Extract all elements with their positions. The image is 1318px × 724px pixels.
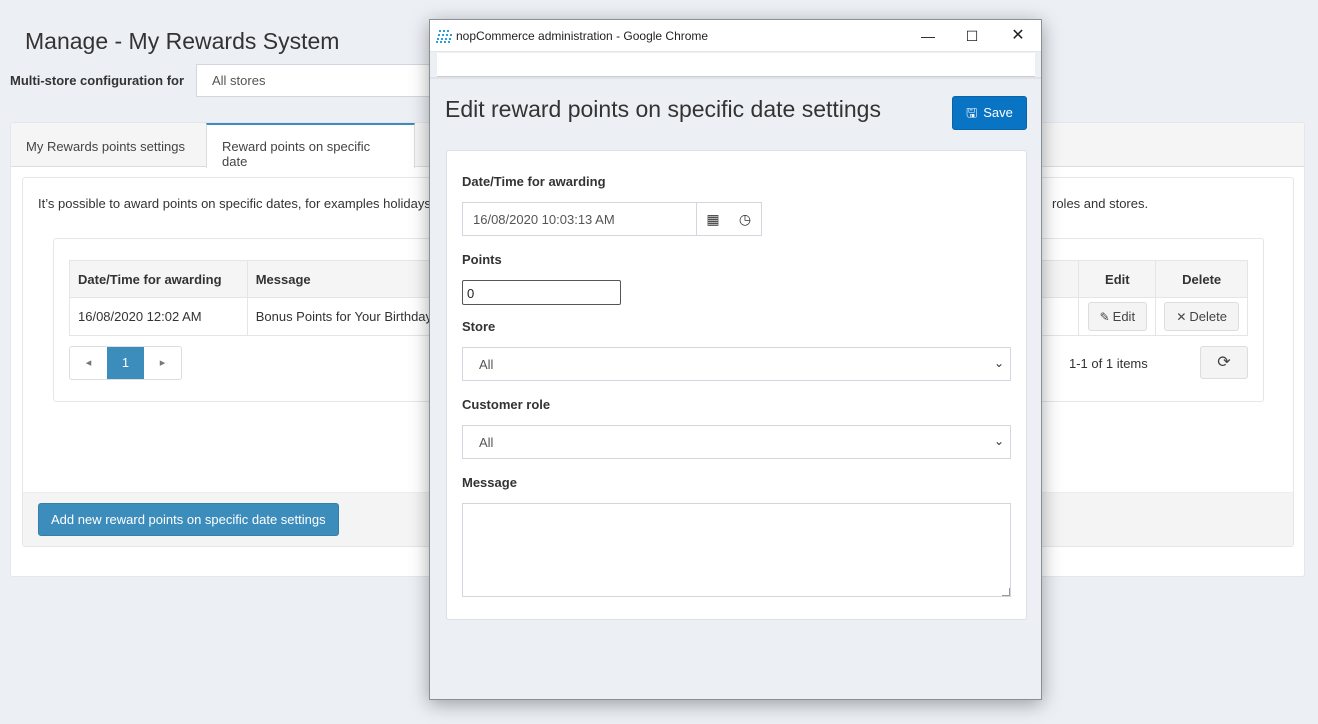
store-select-value: All: [479, 357, 494, 372]
maximize-button[interactable]: ☐: [949, 20, 995, 52]
close-button[interactable]: ✕: [995, 20, 1041, 52]
col-delete: Delete: [1155, 260, 1248, 298]
datetime-input[interactable]: 16/08/2020 10:03:13 AM: [463, 203, 697, 235]
store-label: Store: [462, 319, 496, 334]
tab-rewards-settings[interactable]: My Rewards points settings: [11, 123, 206, 167]
nopcommerce-logo-icon: [436, 30, 452, 43]
clock-icon: ◷: [738, 211, 752, 227]
clock-button[interactable]: ◷: [729, 203, 761, 235]
pager-next[interactable]: ▸: [144, 347, 181, 379]
store-select[interactable]: All ⌄: [462, 347, 1011, 381]
message-textarea[interactable]: [462, 503, 1011, 597]
chevron-down-icon: ⌄: [993, 434, 1004, 448]
pencil-icon: ✎: [1099, 310, 1110, 324]
customer-role-select[interactable]: All ⌄: [462, 425, 1011, 459]
window-divider: [430, 77, 1041, 79]
minimize-button[interactable]: —: [905, 20, 951, 52]
pager-page-1[interactable]: 1: [107, 347, 144, 379]
customer-role-value: All: [479, 435, 494, 450]
description-text-end: roles and stores.: [1052, 196, 1149, 211]
edit-form: Date/Time for awarding 16/08/2020 10:03:…: [446, 150, 1027, 620]
datetime-picker: 16/08/2020 10:03:13 AM ▦ ◷: [462, 202, 762, 236]
window-title: nopCommerce administration - Google Chro…: [456, 29, 709, 43]
refresh-button[interactable]: ⟳: [1200, 346, 1248, 379]
close-icon: ✕: [1011, 27, 1025, 44]
refresh-icon: ⟳: [1217, 354, 1231, 371]
col-edit: Edit: [1078, 260, 1157, 298]
customer-role-label: Customer role: [462, 397, 551, 412]
chevron-down-icon: ⌄: [993, 356, 1004, 370]
pager-info: 1-1 of 1 items: [1069, 356, 1148, 371]
pager-prev[interactable]: ◂: [70, 347, 107, 379]
popup-heading: Edit reward points on specific date sett…: [445, 96, 881, 122]
tab-specific-date[interactable]: Reward points on specific date: [206, 123, 415, 169]
delete-button[interactable]: ✕ Delete: [1164, 302, 1239, 331]
points-label: Points: [462, 252, 502, 267]
floppy-disk-icon: 🖫: [966, 105, 978, 120]
datetime-label: Date/Time for awarding: [462, 174, 606, 189]
message-label: Message: [462, 475, 517, 490]
maximize-icon: ☐: [965, 28, 979, 44]
multistore-label: Multi-store configuration for: [10, 73, 185, 88]
page-title: Manage - My Rewards System: [25, 28, 340, 54]
add-new-button[interactable]: Add new reward points on specific date s…: [38, 503, 339, 536]
multistore-select[interactable]: All stores: [196, 64, 436, 97]
row-datetime: 16/08/2020 12:02 AM: [69, 297, 248, 336]
popup-window: nopCommerce administration - Google Chro…: [429, 19, 1042, 700]
calendar-button[interactable]: ▦: [697, 203, 729, 235]
calendar-icon: ▦: [706, 211, 720, 227]
resize-handle[interactable]: [1002, 588, 1010, 596]
edit-button[interactable]: ✎ Edit: [1087, 302, 1148, 331]
pager: ◂ 1 ▸: [69, 346, 182, 380]
window-titlebar[interactable]: nopCommerce administration - Google Chro…: [430, 20, 1041, 52]
minimize-icon: —: [921, 28, 935, 44]
address-bar[interactable]: [437, 53, 1035, 77]
times-icon: ✕: [1176, 310, 1187, 324]
col-datetime[interactable]: Date/Time for awarding: [69, 260, 248, 298]
points-input[interactable]: 0: [462, 280, 621, 305]
save-button[interactable]: 🖫 Save: [952, 96, 1027, 130]
